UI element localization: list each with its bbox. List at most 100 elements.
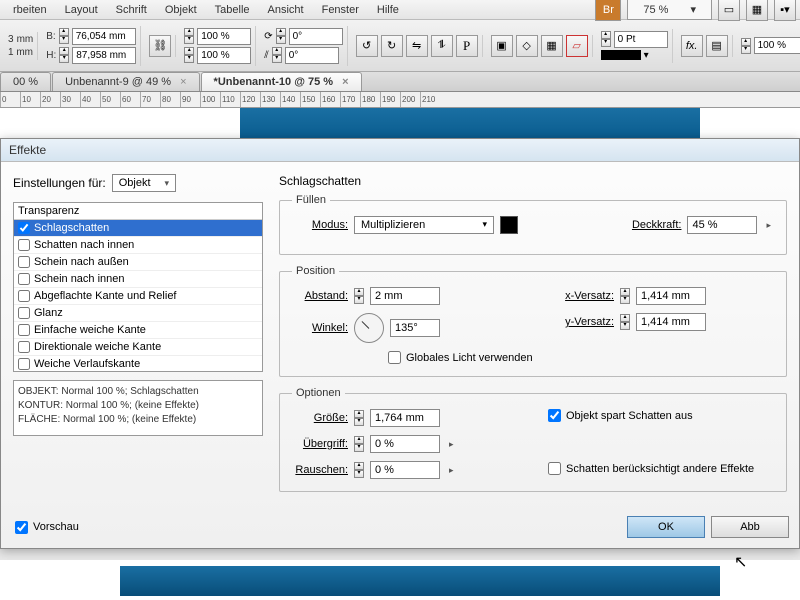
menu-item[interactable]: Tabelle (206, 2, 259, 18)
select-container-icon[interactable]: ▣ (491, 35, 513, 57)
effect-label: Weiche Verlaufskante (34, 358, 140, 370)
close-icon[interactable]: × (342, 76, 348, 88)
effect-item[interactable]: Schlagschatten (14, 220, 262, 237)
effects-dialog: Effekte Einstellungen für: Objekt Transp… (0, 138, 800, 549)
width-spinner[interactable]: ▴▾ (59, 28, 69, 44)
doc-tab[interactable]: 00 % (0, 72, 51, 91)
rotate-cw-icon[interactable]: ↻ (381, 35, 403, 57)
effect-item[interactable]: Einfache weiche Kante (14, 322, 262, 339)
bridge-button[interactable]: Br (595, 0, 621, 21)
select-content-icon[interactable]: ◇ (516, 35, 538, 57)
flip-v-icon[interactable]: ⥮ (431, 35, 453, 57)
cancel-button[interactable]: Abb (711, 516, 789, 538)
x-offset-input[interactable] (636, 287, 706, 305)
effects-header[interactable]: Transparenz (14, 203, 262, 220)
distance-spinner[interactable]: ▴▾ (354, 288, 364, 304)
doc-tab[interactable]: Unbenannt-9 @ 49 % × (52, 72, 199, 91)
scale-y-input[interactable] (197, 47, 251, 64)
panel-title: Schlagschatten (279, 174, 787, 188)
fill-group: Füllen Modus: Multiplizieren Deckkraft: … (279, 194, 787, 255)
ruler-tick: 20 (40, 92, 60, 107)
effect-checkbox[interactable] (18, 256, 30, 268)
menu-item[interactable]: Schrift (107, 2, 156, 18)
effect-item[interactable]: Abgeflachte Kante und Relief (14, 288, 262, 305)
height-input[interactable] (72, 47, 136, 64)
scalex-spinner[interactable]: ▴▾ (184, 28, 194, 44)
width-input[interactable] (72, 28, 136, 45)
ruler-tick: 180 (360, 92, 380, 107)
menu-item[interactable]: Ansicht (259, 2, 313, 18)
effect-checkbox[interactable] (18, 358, 30, 370)
effect-checkbox[interactable] (18, 324, 30, 336)
effect-checkbox[interactable] (18, 222, 30, 234)
effect-checkbox[interactable] (18, 273, 30, 285)
effect-checkbox[interactable] (18, 290, 30, 302)
effect-checkbox[interactable] (18, 307, 30, 319)
effect-label: Einfache weiche Kante (34, 324, 146, 336)
menu-item[interactable]: Layout (56, 2, 107, 18)
effect-item[interactable]: Schatten nach innen (14, 237, 262, 254)
doc-tab-active[interactable]: *Unbenannt-10 @ 75 % × (201, 72, 362, 91)
effect-item[interactable]: Weiche Verlaufskante (14, 356, 262, 372)
menu-item[interactable]: Objekt (156, 2, 206, 18)
opacity-input[interactable] (754, 37, 800, 54)
effect-item[interactable]: Glanz (14, 305, 262, 322)
stroke-style[interactable] (601, 50, 641, 60)
rotate-input[interactable] (289, 28, 343, 45)
effect-item[interactable]: Schein nach innen (14, 271, 262, 288)
fit-icon[interactable]: ▦ (541, 35, 563, 57)
scale-x-input[interactable] (197, 28, 251, 45)
effect-checkbox[interactable] (18, 239, 30, 251)
distance-input[interactable] (370, 287, 440, 305)
global-light-checkbox[interactable]: Globales Licht verwenden (388, 351, 533, 364)
settings-for-combo[interactable]: Objekt (112, 174, 176, 192)
shadow-color-swatch[interactable] (500, 216, 518, 234)
preview-checkbox[interactable]: Vorschau (15, 521, 79, 534)
effect-label: Glanz (34, 307, 63, 319)
fx-icon[interactable]: fx. (681, 35, 703, 57)
y-offset-input[interactable] (636, 313, 706, 331)
slider-icon[interactable]: ▸ (763, 220, 774, 231)
opacity-input[interactable] (687, 216, 757, 234)
yoffset-spinner[interactable]: ▴▾ (620, 314, 630, 330)
close-icon[interactable]: × (180, 76, 186, 88)
angle-input[interactable] (390, 319, 440, 337)
document-canvas-lower[interactable] (0, 560, 800, 600)
opacity-label: Deckkraft: (632, 219, 682, 231)
xoffset-spinner[interactable]: ▴▾ (620, 288, 630, 304)
effect-checkbox[interactable] (18, 341, 30, 353)
ruler-tick: 190 (380, 92, 400, 107)
workspace-icon[interactable]: ▪▾ (774, 0, 796, 21)
constrain-icon[interactable]: ⛓ (149, 35, 171, 57)
spread-input[interactable] (370, 435, 440, 453)
horizontal-ruler: 0102030405060708090100110120130140150160… (0, 92, 800, 108)
stroke-weight-input[interactable] (614, 31, 668, 48)
paragraph-icon[interactable]: P (456, 35, 478, 57)
menu-item[interactable]: rbeiten (4, 2, 56, 18)
wrap-icon[interactable]: ▤ (706, 35, 728, 57)
blend-mode-combo[interactable]: Multiplizieren (354, 216, 494, 234)
flip-h-icon[interactable]: ⇋ (406, 35, 428, 57)
menu-item[interactable]: Hilfe (368, 2, 408, 18)
rotate-ccw-icon[interactable]: ↺ (356, 35, 378, 57)
height-spinner[interactable]: ▴▾ (59, 47, 69, 63)
menu-item[interactable]: Fenster (313, 2, 368, 18)
ruler-tick: 140 (280, 92, 300, 107)
noise-input[interactable] (370, 461, 440, 479)
honors-effects-checkbox[interactable]: Schatten berücksichtigt andere Effekte (548, 462, 774, 475)
effect-item[interactable]: Direktionale weiche Kante (14, 339, 262, 356)
size-input[interactable] (370, 409, 440, 427)
ruler-tick: 150 (300, 92, 320, 107)
scaley-spinner[interactable]: ▴▾ (184, 47, 194, 63)
knockout-checkbox[interactable]: Objekt spart Schatten aus (548, 409, 774, 422)
screen-mode-icon[interactable]: ▭ (718, 0, 740, 21)
document-tabs: 00 % Unbenannt-9 @ 49 % × *Unbenannt-10 … (0, 72, 800, 92)
arrange-icon[interactable]: ▦ (746, 0, 768, 21)
zoom-level-combo[interactable]: 75 %▾ (627, 0, 712, 20)
document-canvas[interactable] (0, 108, 800, 138)
effect-item[interactable]: Schein nach außen (14, 254, 262, 271)
fill-frame-icon[interactable]: ▱ (566, 35, 588, 57)
angle-dial[interactable] (354, 313, 384, 343)
shear-input[interactable] (285, 47, 339, 64)
ok-button[interactable]: OK (627, 516, 705, 538)
